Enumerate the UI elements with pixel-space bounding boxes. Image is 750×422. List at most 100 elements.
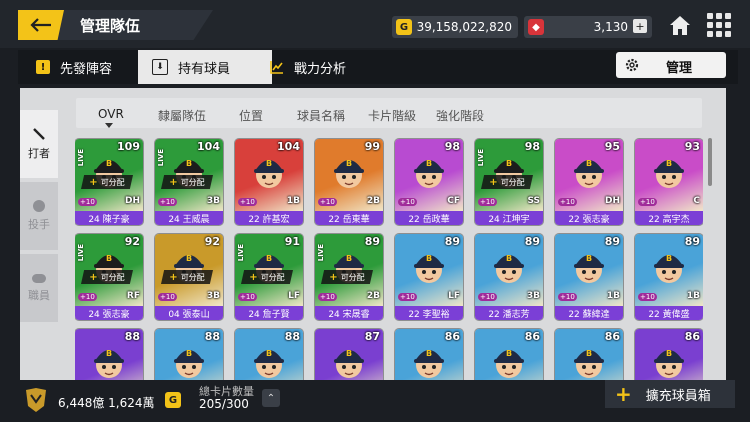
player-card[interactable]: B 95 +10 DH 22 張志豪 <box>555 139 623 225</box>
svg-text:B: B <box>666 254 672 263</box>
side-tab-batters[interactable]: 打者 <box>20 110 58 178</box>
card-position: 1B <box>606 291 620 301</box>
player-card[interactable]: B 88 <box>75 329 143 380</box>
add-gem-icon[interactable]: + <box>633 19 647 33</box>
player-card[interactable]: B 86 <box>555 329 623 380</box>
player-card[interactable]: B 89 +10 1B 22 蘇緯達 <box>555 234 623 320</box>
player-portrait-icon: B <box>414 159 444 188</box>
home-icon[interactable] <box>668 14 692 38</box>
player-card[interactable]: B 93 +10 C 22 高宇杰 <box>635 139 703 225</box>
gear-icon <box>625 58 639 72</box>
upgrade-level-badge: +10 <box>318 198 337 206</box>
player-card[interactable]: B 98 +10 CF 22 岳政華 <box>395 139 463 225</box>
card-ovr: 89 <box>604 235 620 248</box>
live-badge: LIVE <box>77 244 85 262</box>
player-card[interactable]: B 86 <box>475 329 543 380</box>
upgrade-level-badge: +10 <box>638 198 657 206</box>
player-card[interactable]: B 104 +10 1B 22 許基宏 <box>235 139 303 225</box>
player-card-grid: B LIVE 109 + 可分配 +10 DH 24 陳子豪 B LIVE 104 + 可分配 +10 3B… <box>75 137 703 380</box>
tab-power-analysis[interactable]: 戰力分析 <box>270 50 400 84</box>
side-tab-pitchers[interactable]: 投手 <box>20 182 58 250</box>
plus-icon: + <box>89 176 98 188</box>
expand-label: 擴充球員箱 <box>645 388 711 404</box>
gem-value: 3,130 <box>593 20 628 34</box>
card-ovr: 104 <box>277 140 300 153</box>
expand-box-button[interactable]: + 擴充球員箱 <box>605 380 735 408</box>
card-ovr: 86 <box>524 330 540 343</box>
player-card[interactable]: B 88 <box>235 329 303 380</box>
tab-label: 持有球員 <box>178 61 231 77</box>
upgrade-level-badge: +10 <box>478 198 497 206</box>
card-ovr: 87 <box>364 330 380 343</box>
side-tab-label: 投手 <box>28 218 50 231</box>
player-card[interactable]: B LIVE 92 + 可分配 +10 RF 24 張志豪 <box>75 234 143 320</box>
svg-text:B: B <box>586 159 592 168</box>
gold-counter: G 39,158,022,820 <box>392 16 518 38</box>
player-card[interactable]: B 89 +10 LF 22 李聖裕 <box>395 234 463 320</box>
capacity-value: 205/300 <box>199 397 249 411</box>
ball-icon <box>33 200 45 212</box>
live-badge: LIVE <box>157 149 165 167</box>
sort-ovr[interactable]: OVR <box>98 107 124 121</box>
sort-player-name[interactable]: 球員名稱 <box>297 107 345 124</box>
manage-button[interactable]: 管理 <box>616 52 726 78</box>
player-portrait-icon: B <box>414 254 444 283</box>
player-card[interactable]: B 86 <box>635 329 703 380</box>
svg-text:B: B <box>106 349 112 358</box>
tab-lineup[interactable]: ! 先發陣容 <box>18 50 156 84</box>
player-card[interactable]: B 89 +10 1B 22 黃偉盛 <box>635 234 703 320</box>
player-card[interactable]: B 89 +10 3B 22 潘志芳 <box>475 234 543 320</box>
plus-icon: + <box>329 271 338 283</box>
scrollbar[interactable] <box>708 138 712 186</box>
card-ovr: 86 <box>444 330 460 343</box>
svg-text:B: B <box>586 349 592 358</box>
player-card[interactable]: B LIVE 109 + 可分配 +10 DH 24 陳子豪 <box>75 139 143 225</box>
sort-card-grade[interactable]: 卡片階級 <box>368 107 416 124</box>
allocatable-label: 可分配 <box>180 177 205 187</box>
back-button[interactable] <box>18 10 64 40</box>
plus-icon: + <box>615 382 632 406</box>
g-badge-icon: G <box>165 392 181 408</box>
svg-text:B: B <box>426 349 432 358</box>
player-card[interactable]: B 88 <box>155 329 223 380</box>
svg-text:B: B <box>266 159 272 168</box>
player-card[interactable]: B LIVE 98 + 可分配 +10 SS 24 江坤宇 <box>475 139 543 225</box>
card-position: 2B <box>366 196 380 206</box>
player-portrait-icon: B <box>654 349 684 378</box>
card-position: DH <box>604 196 620 206</box>
player-card[interactable]: B 99 +10 2B 22 岳東華 <box>315 139 383 225</box>
player-portrait-icon: B <box>654 159 684 188</box>
upgrade-level-badge: +10 <box>398 293 417 301</box>
upgrade-level-badge: +10 <box>158 198 177 206</box>
svg-text:B: B <box>666 159 672 168</box>
card-ovr: 86 <box>604 330 620 343</box>
card-ovr: 92 <box>204 235 220 248</box>
chart-icon <box>270 61 283 74</box>
svg-text:B: B <box>666 349 672 358</box>
card-ovr: 109 <box>117 140 140 153</box>
sort-upgrade-stage[interactable]: 強化階段 <box>436 107 484 124</box>
upgrade-level-badge: +10 <box>558 293 577 301</box>
sort-position[interactable]: 位置 <box>239 107 263 124</box>
card-player-name: 22 許基宏 <box>235 211 303 225</box>
player-card[interactable]: B 92 + 可分配 +10 3B 04 張泰山 <box>155 234 223 320</box>
player-card[interactable]: B 86 <box>395 329 463 380</box>
side-tab-staff[interactable]: 職員 <box>20 254 58 322</box>
svg-text:B: B <box>346 159 352 168</box>
sort-team[interactable]: 隸屬隊伍 <box>158 107 206 124</box>
player-card[interactable]: B LIVE 91 + 可分配 +10 LF 24 詹子賢 <box>235 234 303 320</box>
svg-text:B: B <box>506 159 512 168</box>
card-player-name: 24 宋晟睿 <box>315 306 383 320</box>
card-ovr: 98 <box>444 140 460 153</box>
tab-owned-players[interactable]: ⬇ 持有球員 <box>138 50 272 84</box>
player-card[interactable]: B LIVE 104 + 可分配 +10 3B 24 王威晨 <box>155 139 223 225</box>
svg-text:B: B <box>186 349 192 358</box>
card-player-name: 22 李聖裕 <box>395 306 463 320</box>
card-ovr: 86 <box>684 330 700 343</box>
svg-text:B: B <box>506 349 512 358</box>
player-card[interactable]: B LIVE 89 + 可分配 +10 2B 24 宋晟睿 <box>315 234 383 320</box>
capacity-toggle-button[interactable]: ⌃ <box>262 389 280 407</box>
svg-text:B: B <box>506 254 512 263</box>
player-card[interactable]: B 87 <box>315 329 383 380</box>
grid-menu-icon[interactable] <box>707 13 731 37</box>
